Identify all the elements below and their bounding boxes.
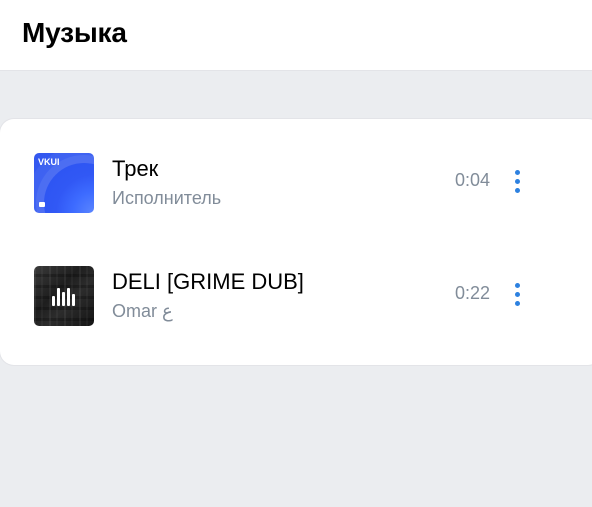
cover-rings <box>44 163 94 213</box>
track-list: VKUI Трек Исполнитель 0:04 DELI [GRIME D… <box>0 119 592 365</box>
more-vertical-icon[interactable] <box>505 162 529 202</box>
more-vertical-icon[interactable] <box>505 275 529 315</box>
track-title: DELI [GRIME DUB] <box>112 269 304 294</box>
cover-label: VKUI <box>38 157 60 167</box>
page-header: Музыка <box>0 0 592 70</box>
track-row[interactable]: VKUI Трек Исполнитель 0:04 <box>0 152 592 232</box>
track-title: Трек <box>112 156 159 181</box>
vk-logo-icon <box>39 202 45 207</box>
track-duration: 0:04 <box>454 170 490 190</box>
track-artist: Omar ع <box>112 301 173 321</box>
equalizer-cover-icon <box>52 288 78 306</box>
track-artist: Исполнитель <box>112 188 222 208</box>
track-row[interactable]: DELI [GRIME DUB] Omar ع 0:22 <box>0 265 592 345</box>
album-cover <box>34 266 94 326</box>
track-duration: 0:22 <box>454 283 490 303</box>
page-title: Музыка <box>22 17 127 48</box>
vkui-cover-icon: VKUI <box>34 153 94 213</box>
